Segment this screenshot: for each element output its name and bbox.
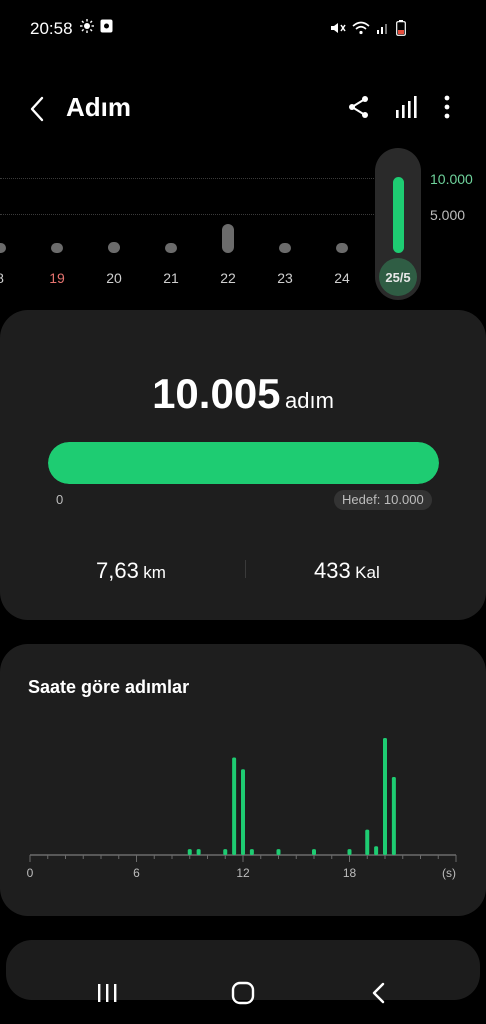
sun-icon (80, 19, 94, 33)
day-bar-20[interactable] (108, 242, 120, 253)
status-icons-left (80, 19, 113, 33)
steps-progress-fill (48, 442, 439, 484)
x-tick-label: (s) (442, 866, 456, 880)
steps-progress-bar (48, 442, 439, 484)
hourly-steps-chart: 0 6 12 18 (s) (27, 738, 457, 880)
day-label-20[interactable]: 20 (94, 270, 134, 286)
x-tick-label: 18 (343, 866, 357, 880)
day-bar-23[interactable] (279, 243, 291, 253)
y-tick-half: 5.000 (430, 207, 466, 223)
page-title: Adım (66, 92, 131, 122)
day-label-22[interactable]: 22 (208, 270, 248, 286)
day-label-21[interactable]: 21 (151, 270, 191, 286)
wifi-icon (352, 21, 370, 35)
distance-value: 7,63 (96, 558, 139, 583)
y-tick-goal: 10.000 (430, 171, 473, 187)
bar-chart-icon[interactable] (393, 94, 419, 120)
status-icons-right (330, 20, 406, 36)
steps-total: 10.005 adım (0, 370, 486, 418)
hourly-bar[interactable] (223, 849, 228, 855)
hourly-bar[interactable] (391, 777, 396, 855)
selected-day-badge[interactable]: 25/5 (379, 258, 417, 296)
hourly-bar[interactable] (383, 738, 387, 855)
day-label-24[interactable]: 24 (322, 270, 362, 286)
goal-badge: Hedef: 10.000 (334, 490, 432, 510)
hourly-bar[interactable] (276, 849, 281, 855)
share-icon[interactable] (346, 94, 372, 120)
day-bar-24[interactable] (336, 243, 348, 253)
calories-value: 433 (314, 558, 351, 583)
hourly-bar[interactable] (249, 849, 254, 855)
hourly-bar[interactable] (347, 849, 352, 855)
more-vertical-icon[interactable] (434, 94, 460, 120)
day-label-19[interactable]: 19 (37, 270, 77, 286)
hourly-bar[interactable] (312, 849, 316, 855)
battery-icon (396, 20, 406, 36)
half-goal-guide-line (0, 214, 420, 215)
goal-guide-line (0, 178, 420, 179)
calories-unit: Kal (355, 563, 380, 582)
mute-icon (331, 23, 346, 33)
distance-stat: 7,63 km (96, 558, 166, 584)
x-tick-label: 12 (236, 866, 250, 880)
hourly-bar[interactable] (196, 849, 201, 855)
day-bar-22[interactable] (222, 224, 234, 253)
hourly-bar[interactable] (365, 829, 370, 855)
hourly-bar[interactable] (241, 769, 245, 855)
stat-divider (245, 560, 246, 578)
steps-value: 10.005 (152, 370, 281, 417)
hourly-bar[interactable] (374, 846, 379, 855)
x-tick-label: 0 (27, 866, 34, 880)
home-icon[interactable] (230, 980, 256, 1006)
steps-unit: adım (285, 388, 334, 413)
x-tick-label: 6 (133, 866, 140, 880)
distance-unit: km (143, 563, 166, 582)
hourly-bar[interactable] (187, 849, 192, 855)
screenshot-notification-icon (100, 19, 113, 33)
hourly-bar[interactable] (232, 757, 237, 856)
calories-stat: 433 Kal (314, 558, 380, 584)
day-label-23[interactable]: 23 (265, 270, 305, 286)
day-label-8[interactable]: 8 (0, 270, 20, 286)
day-bar-8[interactable] (0, 243, 6, 253)
status-time: 20:58 (30, 19, 73, 38)
day-bar-19[interactable] (51, 243, 63, 253)
day-bar-21[interactable] (165, 243, 177, 253)
recent-apps-icon[interactable] (95, 980, 119, 1006)
selected-day-bar (393, 177, 404, 253)
signal-icon (377, 24, 387, 34)
back-button[interactable] (26, 94, 50, 124)
back-icon[interactable] (368, 980, 390, 1006)
progress-min-label: 0 (56, 492, 64, 507)
